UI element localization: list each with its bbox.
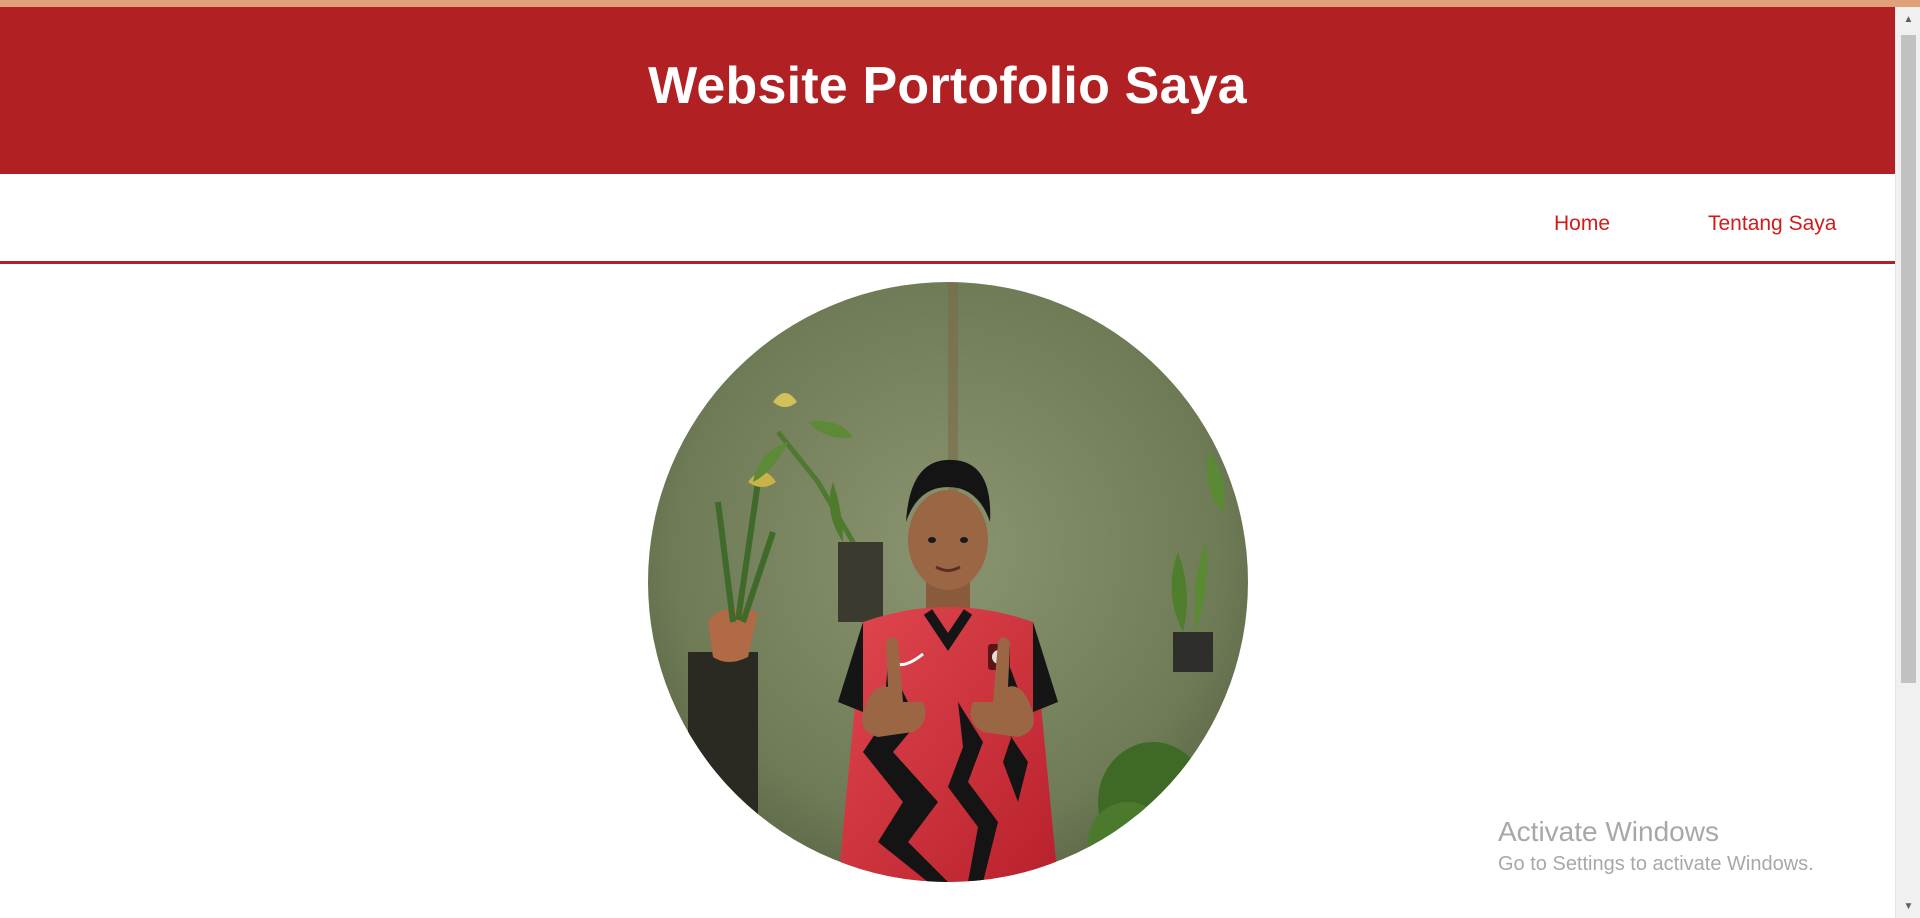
- scroll-down-arrow-icon[interactable]: ▼: [1896, 896, 1920, 916]
- nav-link-home[interactable]: Home: [1554, 212, 1610, 236]
- nav-link-tentang-saya[interactable]: Tentang Saya: [1708, 212, 1836, 236]
- scroll-up-arrow-icon[interactable]: ▲: [1896, 9, 1920, 29]
- scrollbar-thumb[interactable]: [1901, 35, 1916, 683]
- window-top-accent: [0, 0, 1920, 7]
- site-header: Website Portofolio Saya: [0, 7, 1895, 174]
- site-title: Website Portofolio Saya: [648, 56, 1247, 115]
- activate-windows-subtitle: Go to Settings to activate Windows.: [1498, 853, 1814, 875]
- windows-activation-watermark: Activate Windows Go to Settings to activ…: [1498, 815, 1814, 878]
- profile-photo: [648, 282, 1248, 882]
- page-viewport: Website Portofolio Saya Home Tentang Say…: [0, 7, 1895, 918]
- navbar: Home Tentang Saya: [0, 174, 1895, 264]
- activate-windows-title: Activate Windows: [1498, 816, 1719, 847]
- vertical-scrollbar[interactable]: ▲ ▼: [1895, 7, 1920, 918]
